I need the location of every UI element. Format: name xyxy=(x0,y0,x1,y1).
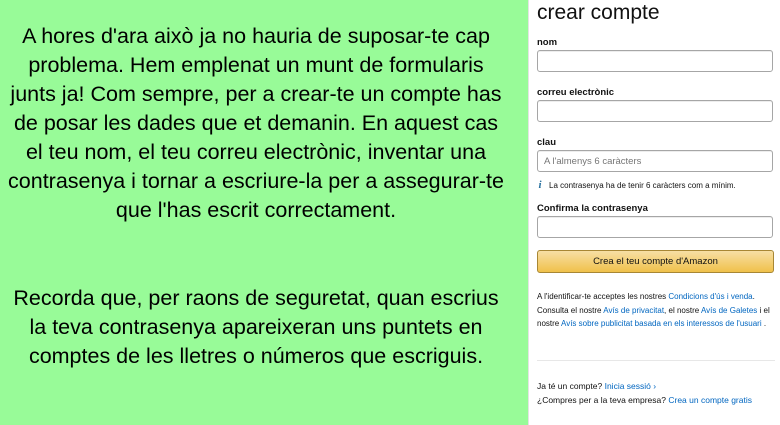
have-account-text: Ja té un compte? xyxy=(537,381,603,391)
name-label: nom xyxy=(537,37,558,48)
instructions-panel: A hores d'ara això ja no hauria de supos… xyxy=(0,0,513,425)
password-input[interactable] xyxy=(537,150,773,172)
email-input[interactable] xyxy=(537,100,773,122)
instructions-paragraph-2: Recorda que, per raons de seguretat, qua… xyxy=(13,286,499,368)
business-row: ¿Compres per a la teva empresa? Crea un … xyxy=(537,394,775,408)
conditions-link[interactable]: Condicions d'ús i venda xyxy=(668,292,752,301)
business-text: ¿Compres per a la teva empresa? xyxy=(537,394,666,405)
confirm-password-input[interactable] xyxy=(537,216,773,238)
divider xyxy=(537,360,775,361)
legal-notice: A l'identificar-te acceptes les nostres … xyxy=(537,292,770,328)
confirm-password-label: Confirma la contrasenya xyxy=(537,203,648,214)
footer: Ja té un compte? Inicia sessió › ¿Compre… xyxy=(537,380,775,407)
create-account-button[interactable]: Crea el teu compte d'Amazon xyxy=(537,250,774,273)
password-hint-text: La contrasenya ha de tenir 6 caràcters c… xyxy=(549,180,736,190)
password-hint: i La contrasenya ha de tenir 6 caràcters… xyxy=(537,179,736,191)
info-icon: i xyxy=(538,179,542,191)
signin-row: Ja té un compte? Inicia sessió › xyxy=(537,380,775,394)
privacy-link[interactable]: Avís de privacitat xyxy=(603,306,664,315)
password-label: clau xyxy=(537,137,557,148)
interest-ads-link[interactable]: Avís sobre publicitat basada en els inte… xyxy=(561,319,762,328)
signin-link[interactable]: Inicia sessió › xyxy=(605,381,657,391)
name-input[interactable] xyxy=(537,50,773,72)
create-account-panel: crear compte nom correu electrònic clau … xyxy=(528,0,780,425)
email-label: correu electrònic xyxy=(537,87,615,98)
form-title: crear compte xyxy=(537,1,660,24)
instructions-paragraph-1: A hores d'ara això ja no hauria de supos… xyxy=(8,24,504,222)
business-account-link[interactable]: Crea un compte gratis xyxy=(668,395,752,405)
cookies-link[interactable]: Avís de Galetes xyxy=(701,306,757,315)
chevron-right-icon: › xyxy=(653,381,657,391)
